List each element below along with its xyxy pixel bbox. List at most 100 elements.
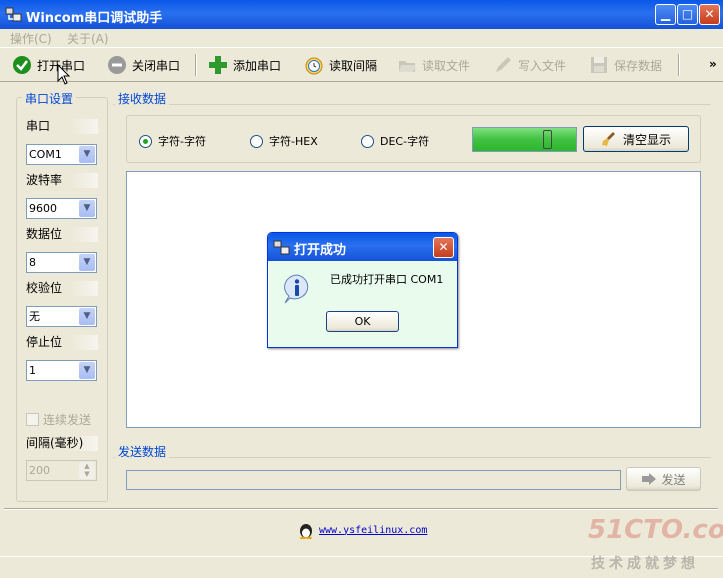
mode-dec-char-radio[interactable]: DEC-字符 [361, 133, 429, 149]
penguin-icon [300, 524, 312, 539]
app-icon [5, 7, 22, 22]
dialog-app-icon [273, 240, 290, 255]
mode-char-hex-radio[interactable]: 字符-HEX [250, 133, 318, 149]
save-data-button[interactable]: 保存数据 [589, 53, 662, 77]
menu-operate[interactable]: 操作(C) [10, 30, 52, 47]
continuous-send-label: 连续发送 [43, 413, 92, 427]
read-interval-button[interactable]: 读取间隔 [304, 53, 377, 77]
chevron-down-icon[interactable]: ▼ [79, 146, 95, 163]
info-icon [284, 274, 309, 304]
chevron-down-icon[interactable]: ▼ [79, 254, 95, 271]
receive-title: 接收数据 [115, 90, 170, 107]
port-value: COM1 [29, 148, 62, 161]
status-indicator [472, 127, 577, 152]
floppy-disk-icon [589, 55, 609, 75]
arrow-right-icon [642, 473, 657, 485]
toolbar: 打开串口 关闭串口 添加串口 读取间隔 读取文件 写入文件 保存数据 » [0, 47, 723, 82]
send-input[interactable] [126, 470, 621, 490]
broom-icon [601, 132, 615, 146]
open-success-dialog: 打开成功 ✕ 已成功打开串口 COM1 OK [267, 232, 458, 348]
stopbits-select[interactable]: 1 ▼ [26, 360, 97, 381]
send-button[interactable]: 发送 [626, 467, 701, 491]
databits-select[interactable]: 8 ▼ [26, 252, 97, 273]
close-port-label: 关闭串口 [132, 58, 181, 73]
radio-dot-icon [361, 134, 374, 148]
dialog-close-button[interactable]: ✕ [433, 237, 454, 258]
website-link[interactable]: www.ysfeilinux.com [319, 525, 427, 536]
minimize-button[interactable]: ▁ [655, 4, 676, 25]
interval-spinner[interactable]: 200 ▲ ▼ [26, 460, 97, 481]
watermark-slogan: 技术成就梦想 [591, 556, 699, 572]
port-settings-title: 串口设置 [22, 90, 77, 107]
menu-about[interactable]: 关于(A) [67, 30, 109, 47]
toolbar-overflow-button[interactable]: » [709, 57, 717, 71]
plus-icon [208, 55, 228, 75]
baud-select[interactable]: 9600 ▼ [26, 198, 97, 219]
add-port-button[interactable]: 添加串口 [208, 53, 281, 77]
baud-label: 波特率 [26, 173, 98, 188]
close-button[interactable]: ✕ [699, 4, 720, 25]
parity-label: 校验位 [26, 281, 98, 296]
ok-label: OK [354, 315, 371, 328]
chevron-down-icon[interactable]: ▼ [79, 308, 95, 325]
window-title: Wincom串口调试助手 [26, 11, 163, 26]
read-interval-label: 读取间隔 [329, 58, 378, 73]
indicator-slider-thumb [543, 130, 552, 149]
window-titlebar[interactable]: Wincom串口调试助手 ▁ □ ✕ [0, 0, 723, 29]
interval-label: 间隔(毫秒) [26, 436, 98, 451]
alarm-clock-icon [304, 55, 324, 75]
clear-display-button[interactable]: 清空显示 [583, 126, 689, 152]
watermark-brand: 51CTO.com [588, 515, 723, 545]
send-title: 发送数据 [115, 443, 170, 460]
mouse-cursor-icon [57, 64, 71, 85]
save-data-label: 保存数据 [614, 58, 663, 73]
port-select[interactable]: COM1 ▼ [26, 144, 97, 165]
spinner-arrows-icon[interactable]: ▲ ▼ [79, 462, 95, 479]
dialog-message: 已成功打开串口 COM1 [330, 273, 444, 286]
chevron-down-icon[interactable]: ▼ [79, 200, 95, 217]
check-circle-icon [12, 55, 32, 75]
toolbar-separator [195, 54, 197, 76]
mode-char-char-radio[interactable]: 字符-字符 [139, 133, 206, 149]
add-port-label: 添加串口 [233, 58, 282, 73]
maximize-icon: □ [681, 7, 694, 21]
maximize-button[interactable]: □ [677, 4, 698, 25]
mode-label: 字符-字符 [158, 135, 206, 148]
stopbits-value: 1 [29, 364, 36, 377]
dialog-titlebar[interactable]: 打开成功 ✕ [268, 233, 457, 261]
mode-label: DEC-字符 [380, 135, 430, 148]
interval-value: 200 [29, 464, 50, 477]
databits-label: 数据位 [26, 227, 98, 242]
minus-circle-icon [107, 55, 127, 75]
checkbox-box [26, 413, 39, 426]
parity-select[interactable]: 无 ▼ [26, 306, 97, 327]
send-label: 发送 [661, 472, 686, 487]
continuous-send-checkbox[interactable]: 连续发送 [26, 411, 91, 428]
write-file-button[interactable]: 写入文件 [493, 53, 566, 77]
databits-value: 8 [29, 256, 36, 269]
chevron-down-icon[interactable]: ▼ [79, 362, 95, 379]
footer-link-row: www.ysfeilinux.com [298, 521, 427, 539]
open-port-button[interactable]: 打开串口 [12, 53, 85, 77]
write-file-label: 写入文件 [518, 58, 567, 73]
radio-dot-icon [139, 134, 152, 148]
menubar: 操作(C) 关于(A) [0, 29, 723, 47]
clear-display-label: 清空显示 [622, 132, 671, 147]
parity-value: 无 [29, 310, 40, 323]
close-port-button[interactable]: 关闭串口 [107, 53, 180, 77]
read-file-label: 读取文件 [422, 58, 471, 73]
close-icon: ✕ [704, 7, 715, 21]
write-file-icon [493, 55, 513, 75]
toolbar-separator [678, 54, 680, 76]
dialog-ok-button[interactable]: OK [326, 311, 399, 332]
minimize-icon: ▁ [660, 7, 671, 21]
stopbits-label: 停止位 [26, 335, 98, 350]
port-label: 串口 [26, 119, 98, 134]
open-file-icon [397, 55, 417, 75]
close-icon: ✕ [438, 240, 449, 254]
read-file-button[interactable]: 读取文件 [397, 53, 470, 77]
dialog-title: 打开成功 [294, 243, 347, 258]
baud-value: 9600 [29, 202, 57, 215]
radio-dot-icon [250, 134, 263, 148]
mode-label: 字符-HEX [269, 135, 318, 148]
